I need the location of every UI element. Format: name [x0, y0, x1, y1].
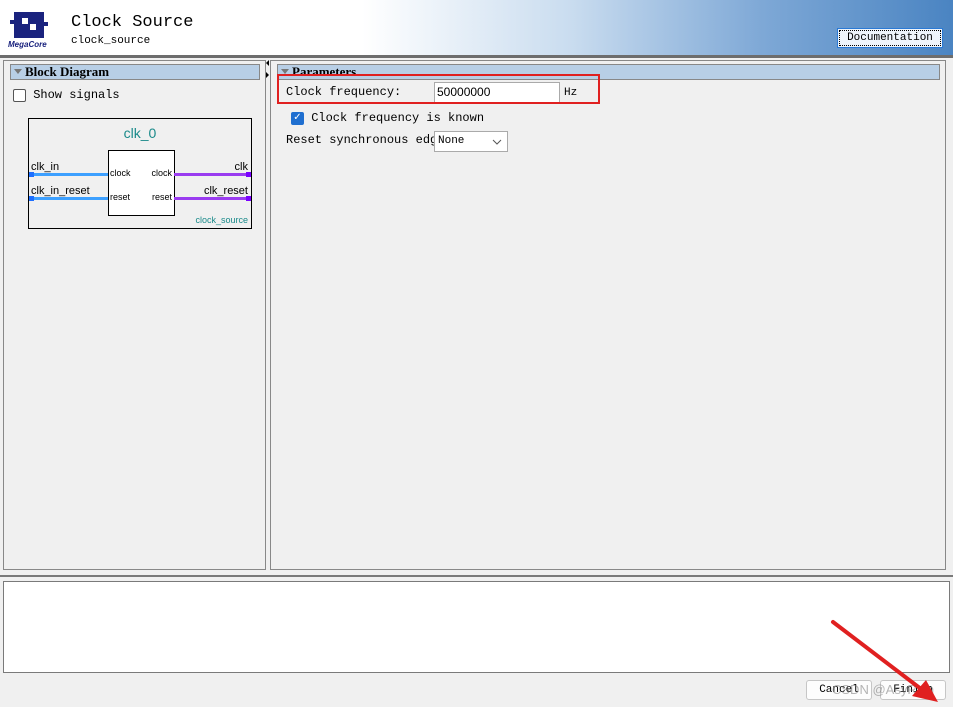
arrow-left-icon	[266, 60, 269, 66]
module-name: clock_source	[195, 215, 248, 225]
clock-known-label: Clock frequency is known	[311, 111, 485, 125]
page-title: Clock Source	[71, 13, 194, 32]
input-wire	[29, 197, 108, 200]
documentation-button[interactable]: Documentation	[837, 28, 943, 48]
block-diagram-header[interactable]: Block Diagram	[10, 64, 260, 80]
annotation-arrow-icon	[831, 620, 938, 702]
clock-known-checkbox[interactable]: ✓ Clock frequency is known	[291, 111, 484, 125]
block-diagram: clk_0 clock reset clock reset clk_in clk…	[28, 118, 252, 229]
block-diagram-panel: Block Diagram Show signals clk_0 clock r…	[3, 60, 266, 570]
module-box[interactable]: clock reset clock reset	[108, 150, 175, 216]
instance-name: clk_0	[123, 125, 157, 141]
chevron-down-icon	[492, 139, 502, 145]
reset-edges-label: Reset synchronous edges:	[286, 133, 459, 147]
output-wire	[174, 173, 251, 176]
panel-title: Block Diagram	[25, 64, 110, 79]
checkmark-icon[interactable]: ✓	[291, 111, 304, 125]
port-label: clock	[110, 168, 131, 178]
port-label: reset	[151, 192, 172, 202]
signal-label: clk_in_reset	[31, 185, 90, 197]
parameters-panel: Parameters Clock frequency: 50000000 Hz …	[270, 60, 946, 570]
logo-text: MegaCore	[8, 40, 47, 49]
arrow-right-icon	[266, 72, 269, 78]
collapse-triangle-icon	[14, 69, 22, 74]
connection-point	[29, 196, 34, 201]
header-banner: MegaCore Clock Source clock_source Docum…	[0, 0, 953, 58]
show-signals-label: Show signals	[33, 88, 120, 102]
annotation-highlight-box	[277, 74, 600, 104]
input-wire	[29, 173, 108, 176]
connection-point	[246, 196, 251, 201]
divider	[0, 575, 953, 577]
port-label: clock	[151, 168, 172, 178]
page-subtitle: clock_source	[71, 35, 151, 47]
connection-point	[246, 172, 251, 177]
signal-label: clk_in	[31, 161, 60, 173]
port-label: reset	[110, 192, 131, 202]
checkbox-box[interactable]	[13, 88, 26, 102]
connection-point	[29, 172, 34, 177]
megacore-logo: MegaCore	[8, 12, 48, 49]
select-value: None	[438, 135, 465, 147]
splitter-handle[interactable]	[266, 60, 269, 570]
output-wire	[174, 197, 251, 200]
show-signals-checkbox[interactable]: Show signals	[13, 88, 120, 102]
reset-edges-select[interactable]: None	[434, 131, 508, 152]
message-area	[3, 581, 950, 673]
signal-label: clk_reset	[203, 185, 248, 197]
